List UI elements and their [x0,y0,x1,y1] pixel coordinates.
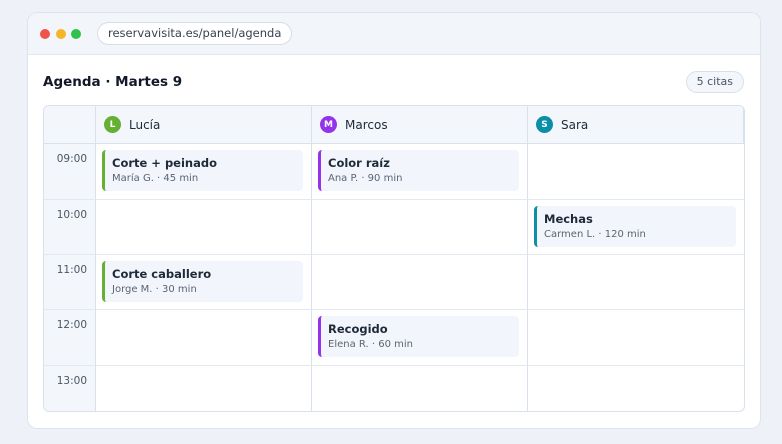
appointments-count-badge: 5 citas [685,71,744,93]
slot-cell[interactable] [312,200,528,255]
appointment-card[interactable]: Recogido Elena R. · 60 min [318,316,519,357]
slot-cell[interactable]: Corte caballero Jorge M. · 30 min [96,255,312,310]
slot-cell[interactable]: Color raíz Ana P. · 90 min [312,144,528,200]
staff-column-header-lucia: L Lucía [96,106,312,144]
address-bar[interactable]: reservavisita.es/panel/agenda [97,22,293,45]
time-label: 13:00 [44,366,96,411]
appointment-title: Corte + peinado [112,156,218,170]
staff-name: Lucía [129,117,161,132]
appointment-detail: Jorge M. · 30 min [112,284,197,295]
slot-cell[interactable] [528,255,744,310]
staff-name: Marcos [345,117,388,132]
appointment-card[interactable]: Mechas Carmen L. · 120 min [534,206,736,247]
time-label: 11:00 [44,255,96,310]
appointment-title: Color raíz [328,156,390,170]
browser-titlebar: reservavisita.es/panel/agenda [28,13,760,55]
page-title: Agenda · Martes 9 [43,74,183,90]
slot-cell[interactable] [312,366,528,411]
avatar: S [536,116,553,133]
time-column-header [44,106,96,144]
appointment-detail: Carmen L. · 120 min [544,229,646,240]
appointment-detail: Elena R. · 60 min [328,339,413,350]
staff-column-header-sara: S Sara [528,106,744,144]
slot-cell[interactable] [96,200,312,255]
appointment-card[interactable]: Corte caballero Jorge M. · 30 min [102,261,303,302]
slot-cell[interactable]: Recogido Elena R. · 60 min [312,310,528,366]
maximize-window-button[interactable] [71,29,81,39]
slot-cell[interactable]: Mechas Carmen L. · 120 min [528,200,744,255]
staff-column-header-marcos: M Marcos [312,106,528,144]
avatar: M [320,116,337,133]
appointment-title: Recogido [328,322,388,336]
appointment-card[interactable]: Color raíz Ana P. · 90 min [318,150,519,191]
appointment-detail: Ana P. · 90 min [328,173,403,184]
appointment-title: Mechas [544,212,593,226]
minimize-window-button[interactable] [56,29,66,39]
time-label: 12:00 [44,310,96,366]
time-label: 09:00 [44,144,96,200]
slot-cell[interactable] [528,144,744,200]
avatar: L [104,116,121,133]
agenda-grid: L Lucía M Marcos S Sara 09:00 Corte + pe… [43,105,745,412]
close-window-button[interactable] [40,29,50,39]
slot-cell[interactable] [96,310,312,366]
slot-cell[interactable] [96,366,312,411]
slot-cell[interactable] [528,310,744,366]
appointment-title: Corte caballero [112,267,212,281]
browser-window: reservavisita.es/panel/agenda Agenda · M… [27,12,761,429]
slot-cell[interactable]: Corte + peinado María G. · 45 min [96,144,312,200]
appointment-detail: María G. · 45 min [112,173,199,184]
slot-cell[interactable] [312,255,528,310]
appointment-card[interactable]: Corte + peinado María G. · 45 min [102,150,303,191]
slot-cell[interactable] [528,366,744,411]
staff-name: Sara [561,117,589,132]
time-label: 10:00 [44,200,96,255]
